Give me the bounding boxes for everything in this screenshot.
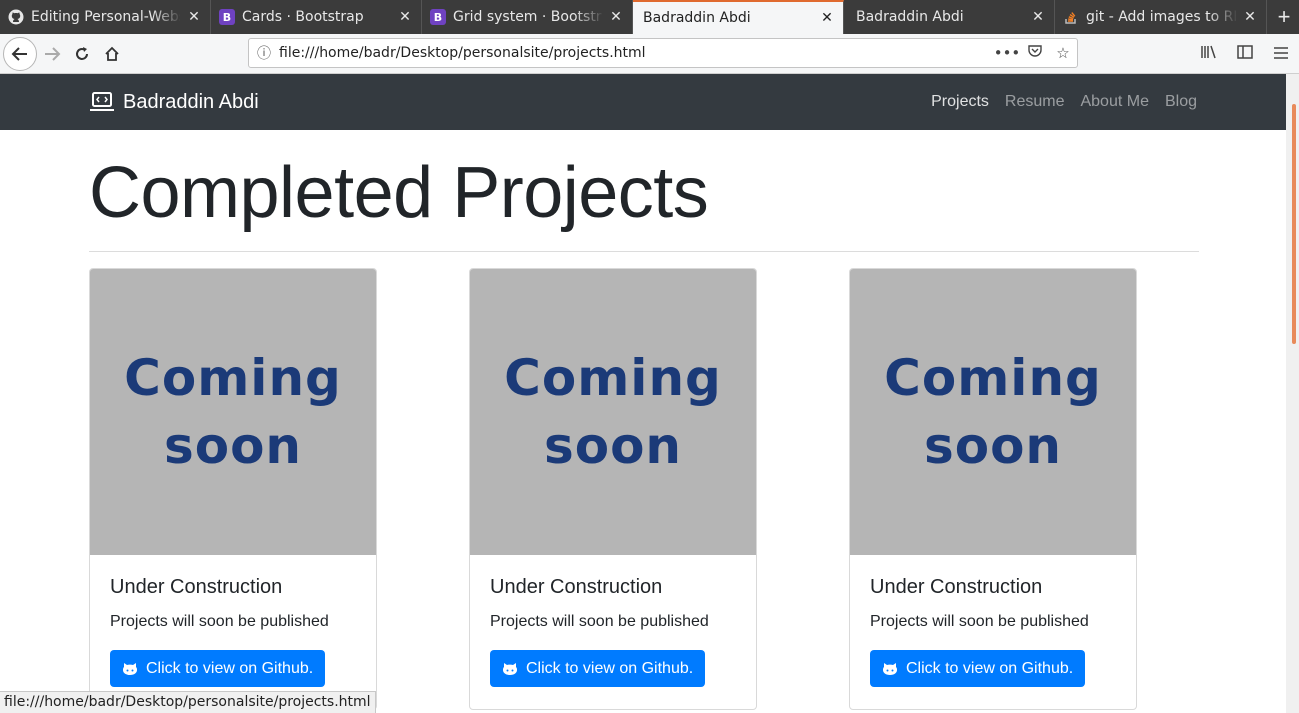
placeholder-text: soon (163, 417, 303, 475)
card-text: Projects will soon be published (110, 613, 329, 630)
card-title: Under Construction (490, 576, 663, 598)
tab-editing-personal-website[interactable]: Editing Personal-Webs ✕ (0, 0, 211, 34)
page-title: Completed Projects (89, 153, 709, 233)
close-icon[interactable]: ✕ (186, 9, 202, 25)
close-icon[interactable]: ✕ (1242, 9, 1258, 25)
close-icon[interactable]: ✕ (1030, 9, 1046, 25)
button-label: Click to view on Github. (526, 659, 694, 677)
info-icon[interactable]: ⓘ (249, 43, 279, 63)
close-icon[interactable]: ✕ (397, 9, 413, 25)
github-icon (8, 9, 24, 25)
back-arrow-icon (11, 46, 27, 61)
nav-link-projects[interactable]: Projects (931, 93, 989, 111)
tab-grid-system-bootstrap[interactable]: B Grid system · Bootstra ✕ (422, 0, 633, 34)
github-button[interactable]: Click to view on Github. (870, 650, 1086, 687)
close-icon[interactable]: ✕ (608, 9, 624, 25)
tab-title: Cards · Bootstrap (242, 9, 364, 25)
card-title: Under Construction (110, 576, 283, 598)
status-bar: file:///home/badr/Desktop/personalsite/p… (0, 691, 376, 713)
page-scrollbar[interactable] (1286, 74, 1299, 713)
button-label: Click to view on Github. (146, 659, 314, 677)
project-card: Coming soon Under Construction Projects … (469, 268, 757, 710)
card-image-placeholder: Coming soon (90, 269, 376, 555)
tab-title: Badraddin Abdi (856, 9, 964, 25)
button-label: Click to view on Github. (906, 659, 1074, 677)
url-text[interactable]: file:///home/badr/Desktop/personalsite/p… (279, 45, 993, 61)
library-icon[interactable] (1191, 44, 1227, 64)
placeholder-text: soon (923, 417, 1063, 475)
github-button[interactable]: Click to view on Github. (110, 650, 326, 687)
page-viewport: Badraddin Abdi Projects Resume About Me … (0, 74, 1286, 713)
card-text: Projects will soon be published (870, 613, 1089, 630)
brand-name: Badraddin Abdi (123, 90, 259, 113)
nav-link-about-me[interactable]: About Me (1080, 93, 1148, 111)
github-cat-icon (503, 662, 517, 675)
github-button[interactable]: Click to view on Github. (490, 650, 706, 687)
nav-link-resume[interactable]: Resume (1005, 93, 1065, 111)
bootstrap-icon: B (219, 9, 235, 25)
hamburger-menu-icon[interactable] (1263, 46, 1299, 63)
site-menu: Projects Resume About Me Blog (931, 93, 1197, 111)
tab-git-add-images[interactable]: git - Add images to RE ✕ (1055, 0, 1267, 34)
github-cat-icon (123, 662, 137, 675)
card-image-placeholder: Coming soon (470, 269, 756, 555)
placeholder-text: Coming (124, 349, 342, 407)
card-text: Projects will soon be published (490, 613, 709, 630)
github-cat-icon (883, 662, 897, 675)
new-tab-button[interactable]: + (1269, 0, 1299, 34)
divider (89, 251, 1199, 252)
url-bar[interactable]: ⓘ file:///home/badr/Desktop/personalsite… (248, 38, 1078, 68)
project-card: Coming soon Under Construction Projects … (89, 268, 377, 710)
scrollbar-thumb[interactable] (1292, 104, 1296, 344)
bookmark-star-icon[interactable]: ☆ (1049, 44, 1077, 62)
browser-toolbar: ⓘ file:///home/badr/Desktop/personalsite… (0, 34, 1299, 74)
tab-badraddin-abdi-active[interactable]: Badraddin Abdi ✕ (633, 0, 844, 34)
placeholder-text: Coming (504, 349, 722, 407)
more-actions-icon[interactable]: ••• (993, 44, 1021, 62)
home-icon (105, 46, 119, 61)
reload-icon (76, 46, 88, 60)
card-title: Under Construction (870, 576, 1043, 598)
sidebar-icon[interactable] (1227, 45, 1263, 63)
close-icon[interactable]: ✕ (819, 10, 835, 26)
nav-link-blog[interactable]: Blog (1165, 93, 1197, 111)
site-brand[interactable]: Badraddin Abdi (89, 91, 259, 114)
home-button[interactable] (97, 39, 127, 69)
tab-cards-bootstrap[interactable]: B Cards · Bootstrap ✕ (211, 0, 422, 34)
project-card: Coming soon Under Construction Projects … (849, 268, 1137, 710)
pocket-icon[interactable] (1021, 44, 1049, 62)
laptop-icon (90, 92, 114, 111)
tab-title: Badraddin Abdi (643, 10, 751, 26)
forward-button[interactable] (37, 39, 67, 69)
placeholder-text: Coming (884, 349, 1102, 407)
tab-badraddin-abdi[interactable]: Badraddin Abdi ✕ (844, 0, 1055, 34)
browser-tab-bar: Editing Personal-Webs ✕ B Cards · Bootst… (0, 0, 1299, 34)
site-navbar: Badraddin Abdi Projects Resume About Me … (0, 74, 1286, 130)
back-button[interactable] (3, 36, 37, 71)
card-image-placeholder: Coming soon (850, 269, 1136, 555)
stackoverflow-icon (1063, 9, 1079, 25)
reload-button[interactable] (67, 39, 97, 69)
placeholder-text: soon (543, 417, 683, 475)
bootstrap-icon: B (430, 9, 446, 25)
forward-arrow-icon (45, 46, 61, 61)
